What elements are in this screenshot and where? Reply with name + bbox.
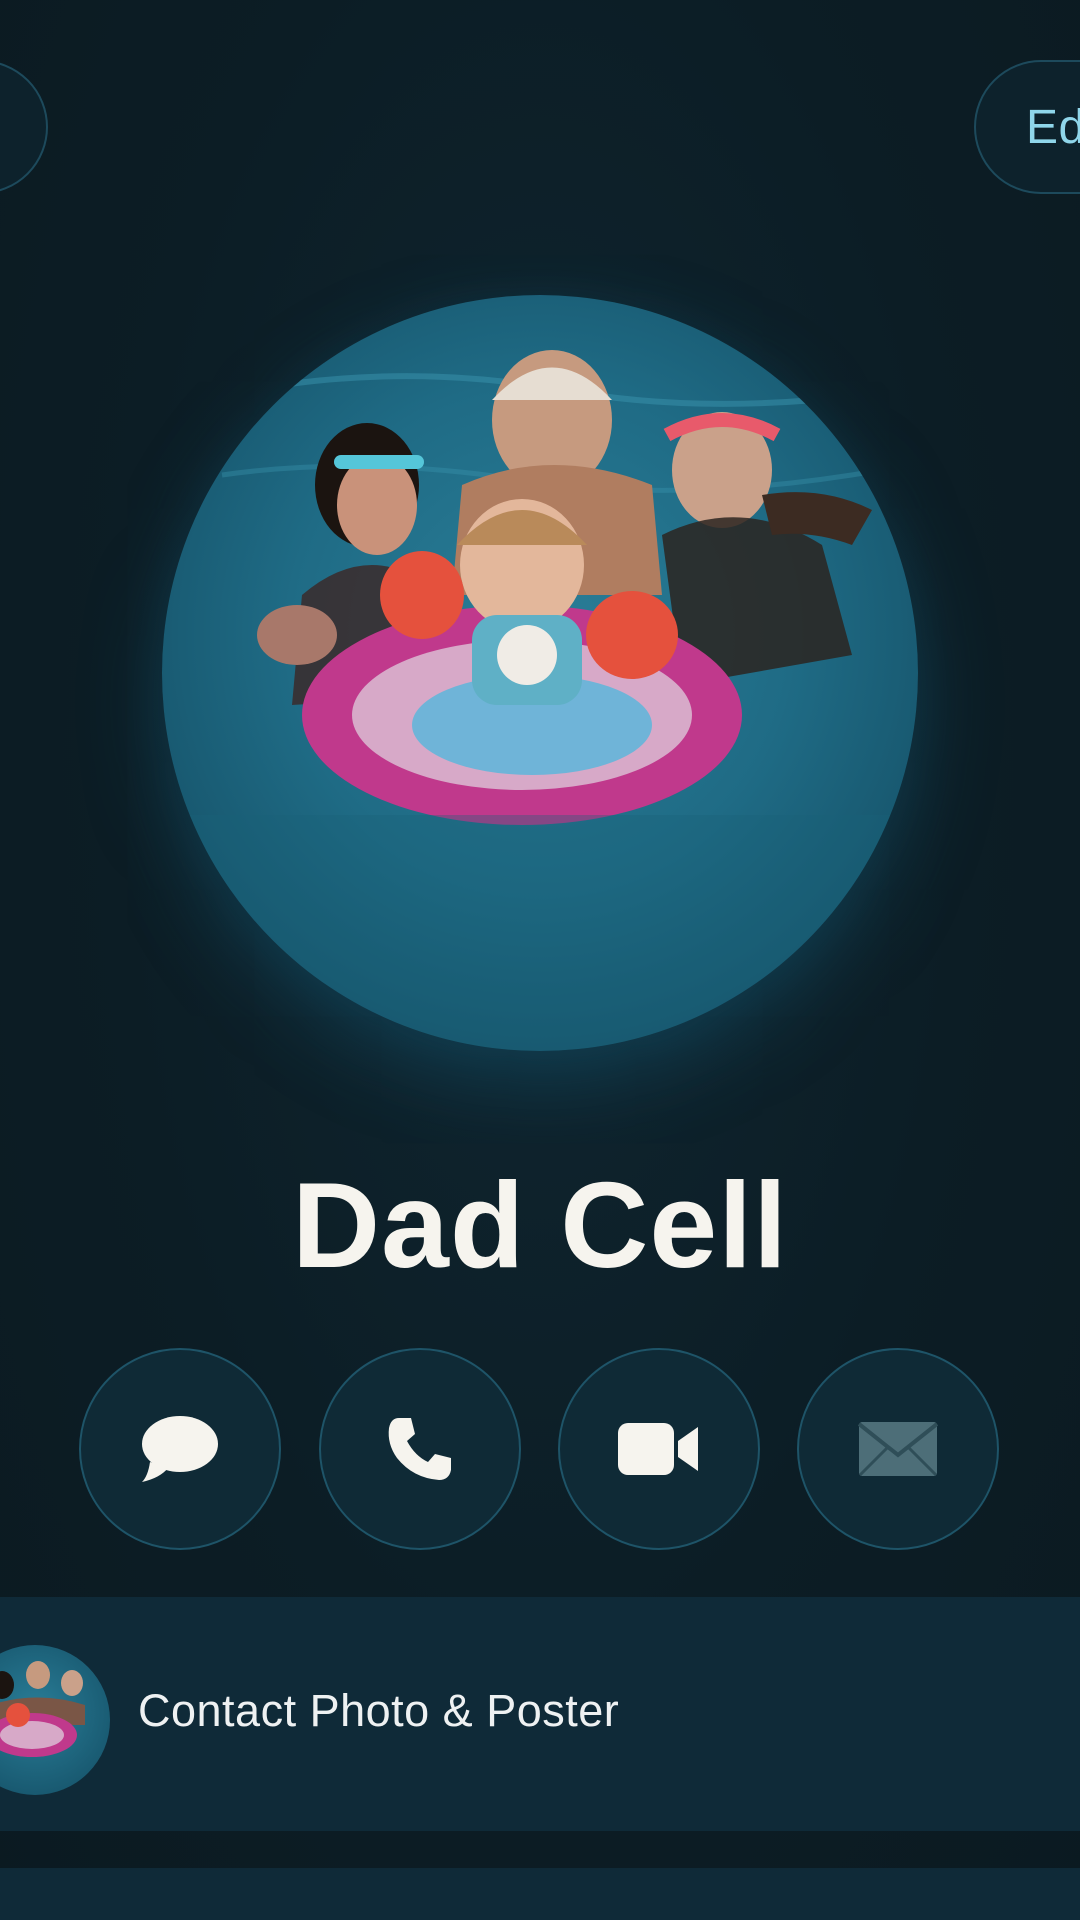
- back-button[interactable]: [0, 60, 48, 194]
- edit-button-label: Ed: [1026, 100, 1080, 154]
- message-button[interactable]: [79, 1348, 281, 1550]
- message-icon: [142, 1416, 218, 1482]
- video-button[interactable]: [558, 1348, 760, 1550]
- call-button[interactable]: [319, 1348, 521, 1550]
- contact-photo-thumbnail-image: [0, 1661, 85, 1757]
- contact-name: Dad Cell: [291, 1157, 789, 1293]
- video-icon: [618, 1423, 698, 1475]
- quick-actions: [79, 1348, 1001, 1550]
- contact-photo-poster-label: Contact Photo & Poster: [138, 1685, 620, 1736]
- contact-photo-thumbnail: [0, 1645, 110, 1795]
- mail-icon: [858, 1422, 938, 1477]
- contact-photo-poster-row[interactable]: Contact Photo & Poster: [0, 1597, 1080, 1831]
- contact-photo-image: [162, 350, 918, 1051]
- mail-button[interactable]: [797, 1348, 999, 1550]
- next-row[interactable]: [0, 1868, 1080, 1920]
- contact-card-screen: Ed Dad Cell Contact Photo & Poster: [0, 0, 1080, 1920]
- contact-photo[interactable]: [162, 295, 918, 1051]
- phone-icon: [388, 1418, 451, 1480]
- edit-button[interactable]: Ed: [974, 60, 1080, 194]
